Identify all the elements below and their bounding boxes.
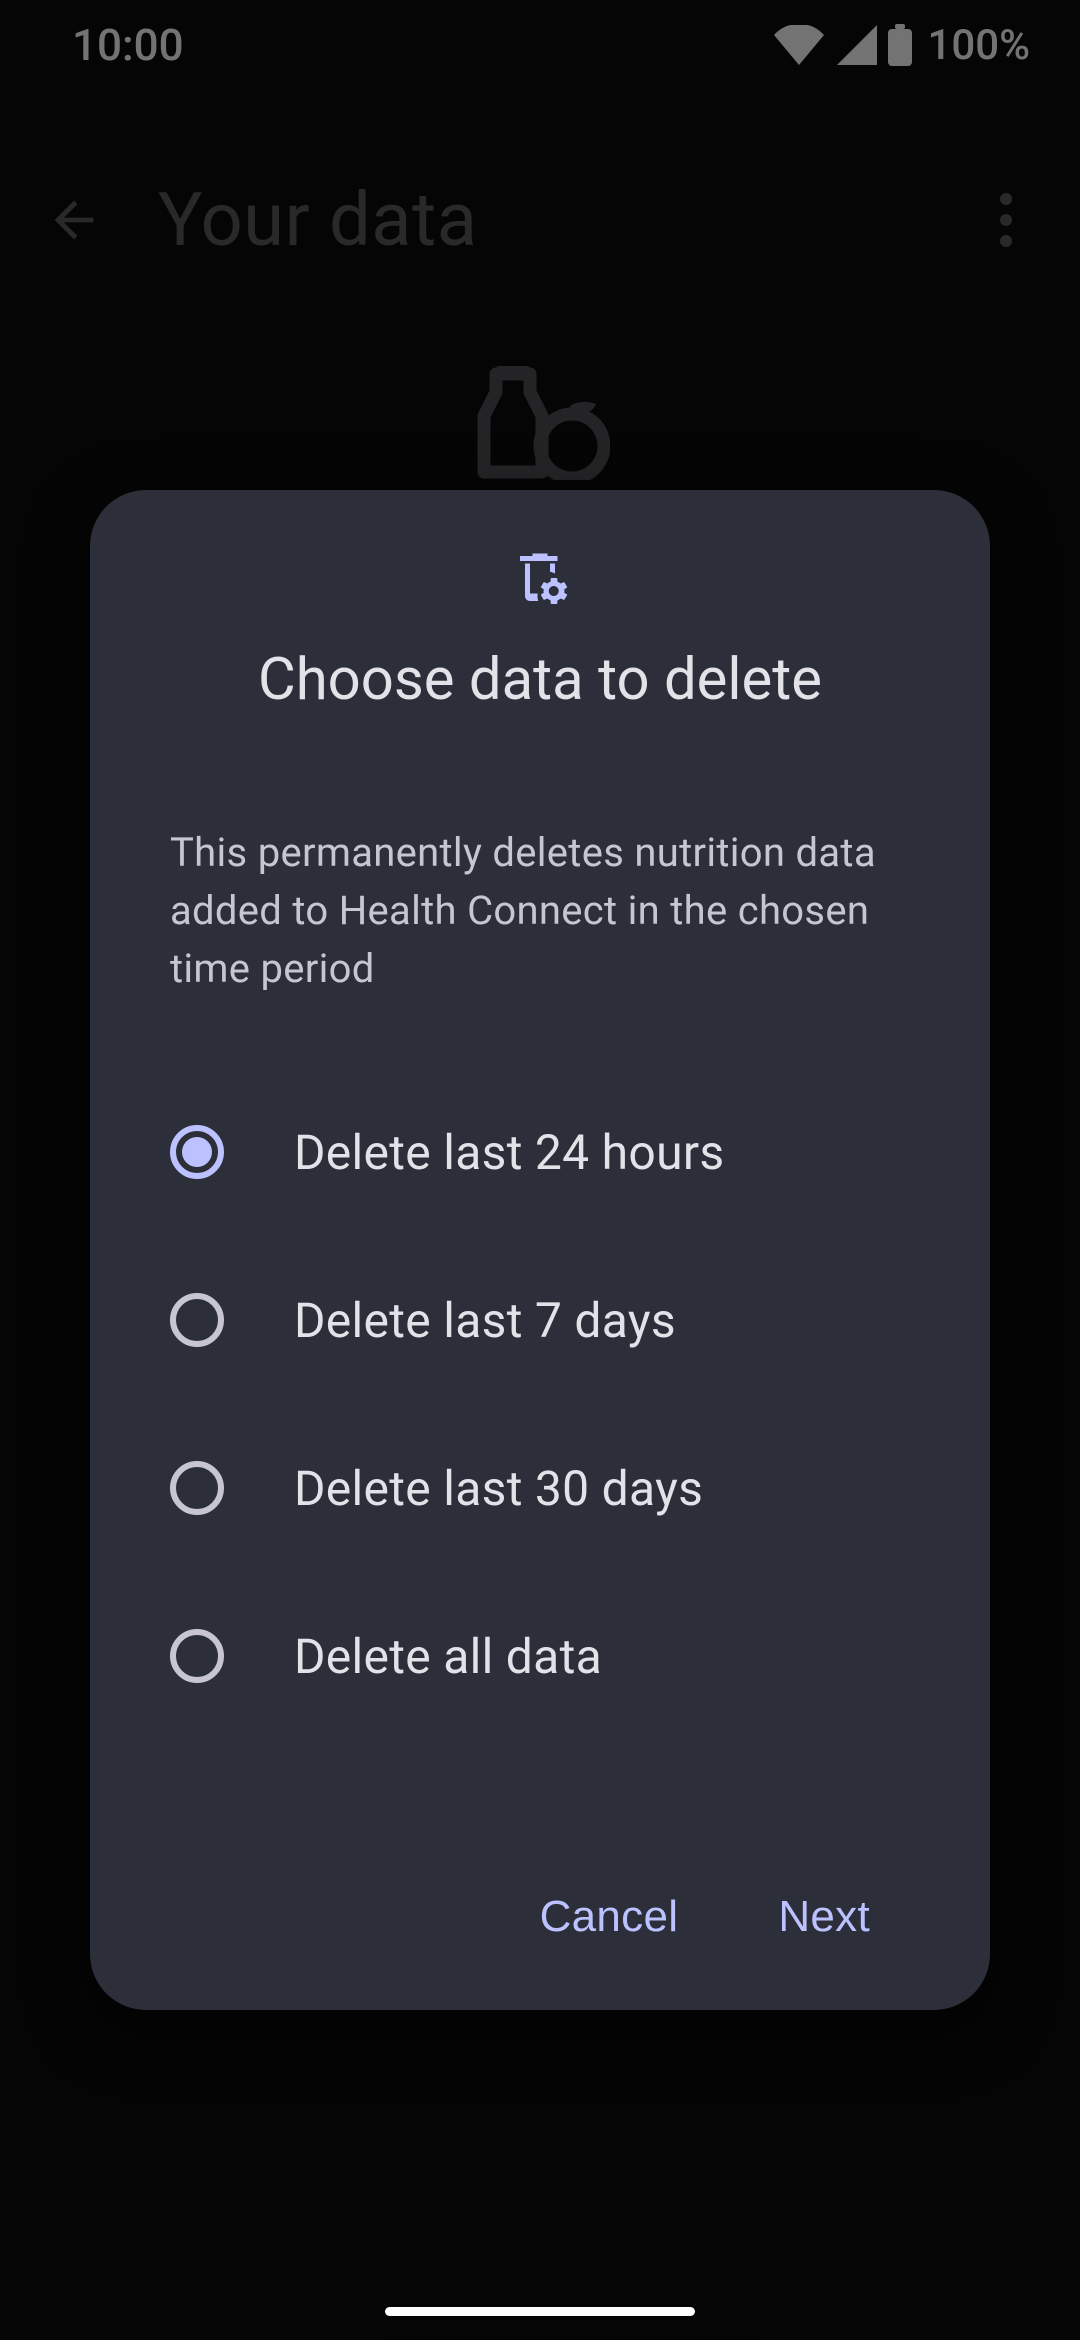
radio-delete-30d[interactable]: Delete last 30 days [90, 1404, 990, 1572]
radio-icon [170, 1293, 224, 1347]
cancel-button[interactable]: Cancel [520, 1880, 699, 1954]
delete-settings-icon [90, 546, 990, 606]
radio-icon [170, 1461, 224, 1515]
radio-label: Delete last 7 days [294, 1292, 676, 1349]
radio-label: Delete all data [294, 1628, 602, 1685]
radio-icon [170, 1629, 224, 1683]
next-button[interactable]: Next [758, 1880, 890, 1954]
radio-label: Delete last 24 hours [294, 1124, 724, 1181]
nav-handle[interactable] [385, 2307, 695, 2316]
dialog-actions: Cancel Next [90, 1830, 990, 1954]
delete-data-dialog: Choose data to delete This permanently d… [90, 490, 990, 2010]
radio-icon [170, 1125, 224, 1179]
dialog-title: Choose data to delete [90, 646, 990, 714]
radio-label: Delete last 30 days [294, 1460, 703, 1517]
radio-delete-all[interactable]: Delete all data [90, 1572, 990, 1740]
radio-group: Delete last 24 hours Delete last 7 days … [90, 1068, 990, 1740]
radio-delete-7d[interactable]: Delete last 7 days [90, 1236, 990, 1404]
dialog-description: This permanently deletes nutrition data … [90, 824, 990, 998]
radio-delete-24h[interactable]: Delete last 24 hours [90, 1068, 990, 1236]
